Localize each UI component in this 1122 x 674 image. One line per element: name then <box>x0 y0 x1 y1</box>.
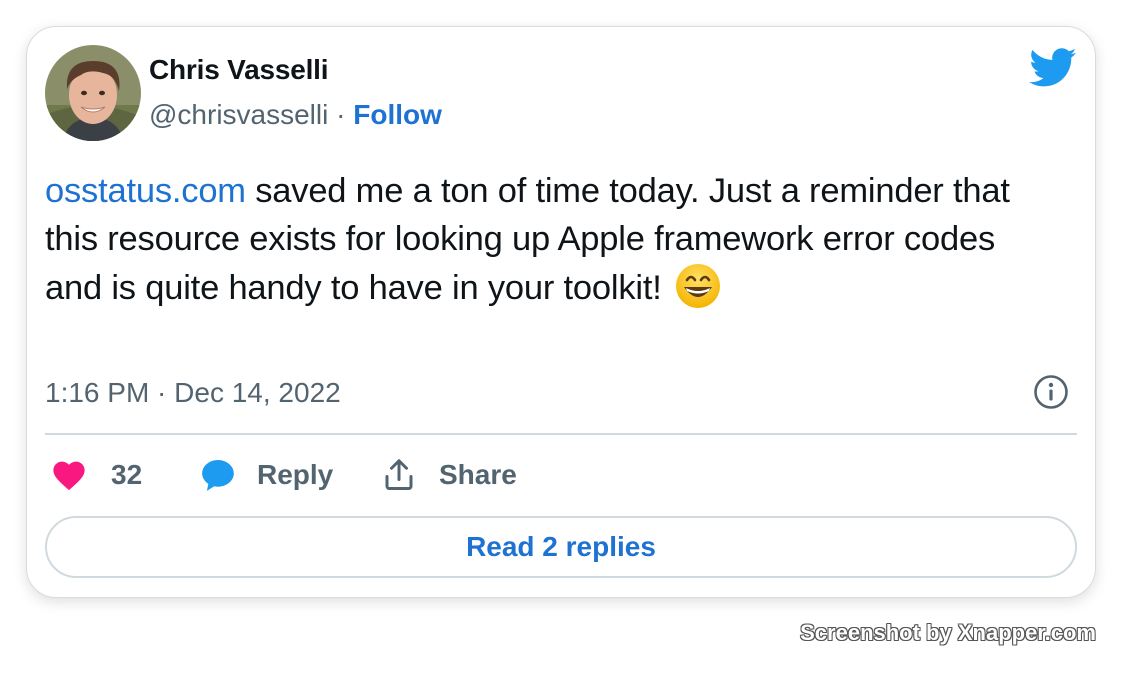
grinning-face-emoji-icon <box>675 263 721 309</box>
share-upload-icon <box>381 457 417 493</box>
handle-separator: · <box>328 99 354 130</box>
read-replies-button[interactable]: Read 2 replies <box>45 516 1077 578</box>
like-count: 32 <box>111 459 143 490</box>
reply-button[interactable]: Reply <box>199 455 333 495</box>
twitter-bird-icon[interactable] <box>1029 47 1077 89</box>
like-button[interactable]: 32 <box>51 455 142 495</box>
tweet-card: Chris Vasselli @chrisvasselli · Follow o… <box>26 26 1096 598</box>
tweet-link[interactable]: osstatus.com <box>45 172 246 210</box>
info-circle-icon[interactable] <box>1033 374 1069 410</box>
share-label: Share <box>439 459 517 490</box>
avatar[interactable] <box>45 45 141 141</box>
tweet-timestamp[interactable]: 1:16 PM · Dec 14, 2022 <box>45 377 341 409</box>
watermark: Screenshot by Xnapper.com <box>800 620 1096 645</box>
follow-button[interactable]: Follow <box>353 99 442 130</box>
speech-bubble-icon <box>199 456 237 494</box>
reply-label: Reply <box>257 459 334 490</box>
share-button[interactable]: Share <box>381 455 517 495</box>
author-handle-row: @chrisvasselli · Follow <box>149 99 442 131</box>
author-handle[interactable]: @chrisvasselli <box>149 99 328 130</box>
divider <box>45 433 1077 435</box>
tweet-text: osstatus.com saved me a ton of time toda… <box>45 167 1055 312</box>
heart-icon <box>51 459 87 491</box>
author-name[interactable]: Chris Vasselli <box>149 54 329 86</box>
